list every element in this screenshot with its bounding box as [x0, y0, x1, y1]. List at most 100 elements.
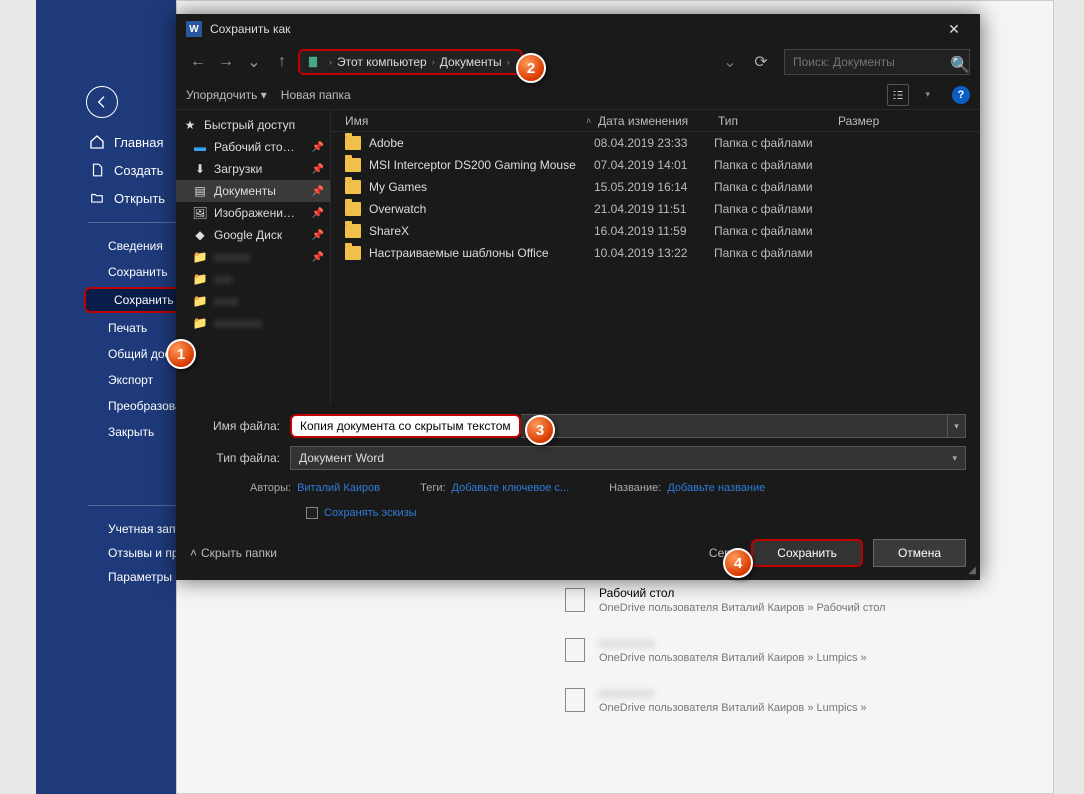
step-badge-2: 2 — [516, 53, 546, 83]
folder-icon — [345, 158, 361, 172]
recent-path: OneDrive пользователя Виталий Каиров » L… — [599, 702, 867, 714]
file-name: ShareX — [369, 224, 594, 238]
address-bar: ← → ⌄ ↑ › Этот компьютер › Документы › ⌄… — [176, 44, 980, 80]
hide-folders-button[interactable]: ˄Скрыть папки — [190, 546, 277, 560]
nav-forward-button[interactable]: → — [214, 50, 238, 74]
recent-path: OneDrive пользователя Виталий Каиров » Р… — [599, 602, 886, 614]
table-row[interactable]: MSI Interceptor DS200 Gaming Mouse07.04.… — [331, 154, 980, 176]
file-type: Папка с файлами — [714, 202, 834, 216]
table-row[interactable]: Overwatch21.04.2019 11:51Папка с файлами — [331, 198, 980, 220]
folder-icon — [565, 638, 585, 662]
chevron-right-icon: › — [507, 57, 510, 67]
save-as-dialog: W Сохранить как ✕ ← → ⌄ ↑ › Этот компьют… — [176, 14, 980, 580]
folder-icon — [345, 224, 361, 238]
image-icon: 🖼 — [192, 205, 208, 221]
filename-label: Имя файла: — [190, 419, 290, 433]
doc-icon: ▤ — [192, 183, 208, 199]
breadcrumb[interactable]: › Этот компьютер › Документы › — [298, 49, 523, 75]
chevron-right-icon: › — [432, 57, 435, 67]
breadcrumb-segment[interactable]: Этот компьютер — [337, 55, 427, 69]
view-mode-button[interactable] — [887, 84, 909, 106]
filetype-select[interactable]: Документ Word ▾ — [290, 446, 966, 470]
folder-icon — [345, 136, 361, 150]
column-headers[interactable]: Имя ˄ Дата изменения Тип Размер — [331, 110, 980, 132]
file-date: 15.05.2019 16:14 — [594, 180, 714, 194]
filetype-label: Тип файла: — [190, 451, 290, 465]
title-label: Название: — [609, 482, 661, 494]
tree-item-pictures[interactable]: 🖼Изображени…📌 — [176, 202, 330, 224]
save-thumbnail-checkbox[interactable] — [306, 507, 318, 519]
recent-title: xxxxxxxx — [599, 686, 867, 700]
dialog-bottom-bar: ˄Скрыть папки Серв Сохранить Отмена — [176, 530, 980, 576]
column-size[interactable]: Размер — [838, 114, 980, 128]
pin-icon: 📌 — [312, 252, 324, 263]
new-folder-button[interactable]: Новая папка — [281, 88, 351, 102]
search-input[interactable] — [791, 54, 950, 70]
close-button[interactable]: ✕ — [938, 17, 970, 41]
tree-item[interactable]: 📁xxxxxxxx — [176, 312, 330, 334]
refresh-button[interactable]: ⟳ — [750, 51, 772, 73]
word-backstage-sidebar: Главная Создать Открыть Сведения Сохрани… — [36, 0, 176, 794]
column-name[interactable]: Имя — [331, 114, 586, 128]
recent-title: Рабочий стол — [599, 586, 886, 600]
filename-input[interactable]: Копия документа со скрытым текстом — [290, 414, 521, 438]
step-badge-4: 4 — [723, 548, 753, 578]
organize-button[interactable]: Упорядочить ▾ — [186, 88, 267, 102]
dialog-titlebar[interactable]: W Сохранить как ✕ — [176, 14, 980, 44]
recent-title: xxxxxxxx — [599, 636, 867, 650]
folder-icon: 📁 — [192, 315, 208, 331]
tree-item[interactable]: 📁xxxxxx📌 — [176, 246, 330, 268]
chevron-down-icon[interactable]: ▾ — [948, 414, 966, 438]
file-type: Папка с файлами — [714, 246, 834, 260]
gdrive-icon: ◆ — [192, 227, 208, 243]
folder-icon — [345, 202, 361, 216]
tags-value[interactable]: Добавьте ключевое с... — [452, 482, 570, 494]
file-name: Adobe — [369, 136, 594, 150]
list-item[interactable]: Рабочий стол OneDrive пользователя Витали… — [565, 586, 1005, 630]
back-button[interactable] — [86, 86, 118, 118]
pin-icon: 📌 — [312, 186, 324, 197]
folder-icon — [565, 588, 585, 612]
table-row[interactable]: ShareX16.04.2019 11:59Папка с файлами — [331, 220, 980, 242]
column-type[interactable]: Тип — [718, 114, 838, 128]
save-button[interactable]: Сохранить — [751, 539, 863, 567]
file-date: 10.04.2019 13:22 — [594, 246, 714, 260]
chevron-down-icon[interactable]: ⌄ — [718, 50, 742, 74]
pin-icon: 📌 — [312, 230, 324, 241]
list-item[interactable]: xxxxxxxxOneDrive пользователя Виталий Ка… — [565, 636, 1005, 680]
table-row[interactable]: My Games15.05.2019 16:14Папка с файлами — [331, 176, 980, 198]
sidebar-label: Открыть — [114, 191, 165, 206]
tree-item-quick-access[interactable]: ★Быстрый доступ — [176, 114, 330, 136]
column-date[interactable]: Дата изменения — [598, 114, 718, 128]
nav-history-button[interactable]: ⌄ — [242, 50, 266, 74]
tree-item-downloads[interactable]: ⬇Загрузки📌 — [176, 158, 330, 180]
breadcrumb-segment[interactable]: Документы — [440, 55, 502, 69]
title-value[interactable]: Добавьте название — [667, 482, 765, 494]
tree-item-documents[interactable]: ▤Документы📌 — [176, 180, 330, 202]
authors-label: Авторы: — [250, 482, 291, 494]
table-row[interactable]: Настраиваемые шаблоны Office10.04.2019 1… — [331, 242, 980, 264]
file-type: Папка с файлами — [714, 224, 834, 238]
file-list: Имя ˄ Дата изменения Тип Размер Adobe08.… — [331, 110, 980, 404]
nav-back-button[interactable]: ← — [186, 50, 210, 74]
folder-tree: ★Быстрый доступ ▬Рабочий сто…📌 ⬇Загрузки… — [176, 110, 331, 404]
file-type: Папка с файлами — [714, 180, 834, 194]
cancel-button[interactable]: Отмена — [873, 539, 966, 567]
arrow-left-icon — [94, 94, 110, 110]
table-row[interactable]: Adobe08.04.2019 23:33Папка с файлами — [331, 132, 980, 154]
tree-item-gdrive[interactable]: ◆Google Диск📌 — [176, 224, 330, 246]
list-item[interactable]: xxxxxxxx OneDrive пользователя Виталий Ка… — [565, 686, 1005, 730]
file-type: Папка с файлами — [714, 158, 834, 172]
tree-item[interactable]: 📁xxxx — [176, 290, 330, 312]
help-button[interactable]: ? — [952, 86, 970, 104]
search-box[interactable]: 🔍 — [784, 49, 970, 75]
nav-up-button[interactable]: ↑ — [270, 50, 294, 74]
dialog-toolbar: Упорядочить ▾ Новая папка ▾ ? — [176, 80, 980, 110]
tree-item[interactable]: 📁xxx — [176, 268, 330, 290]
pin-icon: 📌 — [312, 208, 324, 219]
step-badge-1: 1 — [166, 339, 196, 369]
resize-grip-icon[interactable]: ◢ — [968, 565, 976, 576]
tree-item-desktop[interactable]: ▬Рабочий сто…📌 — [176, 136, 330, 158]
authors-value[interactable]: Виталий Каиров — [297, 482, 380, 494]
chevron-down-icon[interactable]: ▾ — [925, 89, 930, 100]
